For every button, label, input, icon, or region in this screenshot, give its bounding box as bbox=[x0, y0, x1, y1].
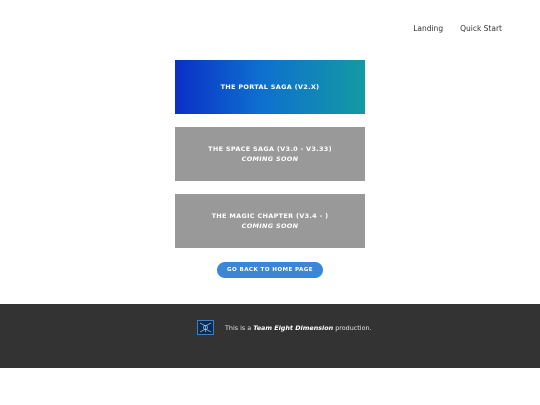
coming-soon-label: COMING SOON bbox=[241, 155, 299, 163]
top-nav: Landing Quick Start bbox=[413, 24, 502, 33]
team-eight-dimension-logo-icon bbox=[197, 320, 214, 335]
magic-chapter-card: THE MAGIC CHAPTER (V3.4 - ) COMING SOON bbox=[175, 194, 365, 248]
coming-soon-label: COMING SOON bbox=[241, 222, 299, 230]
footer-prefix: This is a bbox=[225, 324, 254, 332]
footer bbox=[0, 304, 540, 368]
card-title: THE MAGIC CHAPTER (V3.4 - ) bbox=[211, 212, 329, 220]
nav-landing-link[interactable]: Landing bbox=[413, 24, 443, 33]
footer-brand[interactable]: Team Eight Dimension bbox=[253, 324, 333, 332]
card-title: THE SPACE SAGA (V3.0 - V3.33) bbox=[208, 145, 332, 153]
footer-suffix: production. bbox=[333, 324, 372, 332]
nav-quick-start-link[interactable]: Quick Start bbox=[460, 24, 502, 33]
footer-credit: This is a Team Eight Dimension productio… bbox=[225, 324, 372, 332]
back-to-home-button[interactable]: GO BACK TO HOME PAGE bbox=[217, 262, 323, 278]
card-title: THE PORTAL SAGA (V2.X) bbox=[220, 83, 320, 91]
page: Landing Quick Start THE PORTAL SAGA (V2.… bbox=[0, 0, 540, 405]
space-saga-card: THE SPACE SAGA (V3.0 - V3.33) COMING SOO… bbox=[175, 127, 365, 181]
portal-saga-card[interactable]: THE PORTAL SAGA (V2.X) bbox=[175, 60, 365, 114]
